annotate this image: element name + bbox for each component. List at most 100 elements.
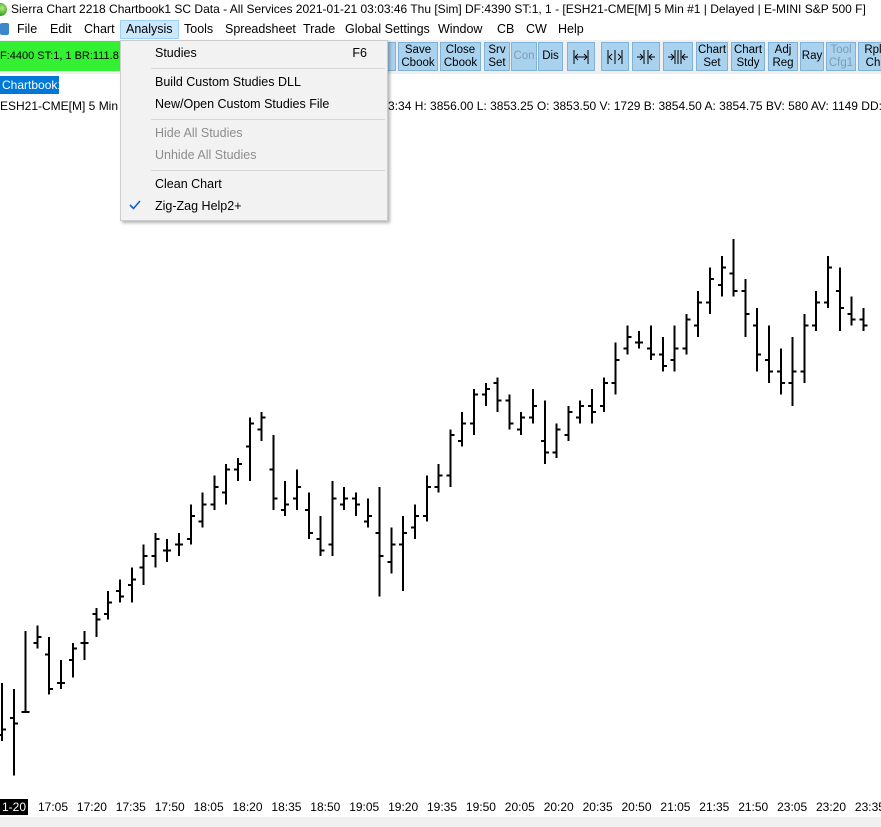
analysis-menu-dropdown: Studies F6 Build Custom Studies DLL New/… xyxy=(120,40,388,221)
ohlc-bar xyxy=(198,492,207,528)
ray-button[interactable]: Ray xyxy=(800,42,824,71)
menu-spreadsheet[interactable]: Spreadsheet xyxy=(220,20,301,39)
menu-window[interactable]: Window xyxy=(433,20,487,39)
ohlc-bar xyxy=(21,631,30,713)
ohlc-bar xyxy=(257,411,266,441)
ohlc-bar xyxy=(186,504,195,545)
ohlc-bar xyxy=(529,388,537,424)
ohlc-bar xyxy=(245,417,254,482)
ohlc-bar xyxy=(847,296,856,326)
menu-item-hide-all-studies[interactable]: Hide All Studies xyxy=(155,123,243,143)
time-tick-label: 17:05 xyxy=(38,800,69,814)
tool-config-button[interactable]: Tool Cfg1 xyxy=(826,42,856,71)
menu-analysis[interactable]: Analysis xyxy=(120,20,179,39)
server-settings-button[interactable]: Srv Set xyxy=(484,42,510,71)
ohlc-bar xyxy=(765,325,773,384)
save-chartbook-button[interactable]: Save Cbook xyxy=(398,42,438,71)
menu-cw[interactable]: CW xyxy=(521,20,552,39)
ohlc-bar xyxy=(422,475,431,522)
tab-chartbook1[interactable]: Chartbook1 xyxy=(0,76,59,94)
menu-chart[interactable]: Chart xyxy=(79,20,120,39)
ohlc-bar xyxy=(552,423,561,459)
time-tick-label: 20:20 xyxy=(543,800,574,814)
ohlc-bar xyxy=(623,325,632,355)
ohlc-bar xyxy=(835,267,844,332)
time-axis: 1-20 17:05 17:20 17:35 17:50 18:05 18:20 18:35… xyxy=(0,797,881,817)
window-title: Sierra Chart 2218 Chartbook1 SC Data - A… xyxy=(11,2,866,16)
ohlc-bar xyxy=(588,388,596,424)
time-tick-label: 19:20 xyxy=(388,800,419,814)
ohlc-bar xyxy=(458,411,467,447)
time-tick-label: 18:50 xyxy=(310,800,341,814)
chart-settings-button[interactable]: Chart Set xyxy=(696,42,728,71)
ohlc-bar xyxy=(599,377,608,412)
ohlc-bar xyxy=(116,579,124,603)
ohlc-bar xyxy=(80,631,89,661)
ohlc-bar xyxy=(375,486,384,597)
menu-file[interactable]: File xyxy=(12,20,42,39)
ohlc-bar xyxy=(104,590,113,620)
ohlc-bar xyxy=(92,608,101,637)
ohlc-bar xyxy=(328,481,337,557)
ohlc-bar xyxy=(234,458,242,482)
ohlc-bar xyxy=(635,331,644,349)
menu-separator xyxy=(151,170,385,171)
chart-values-label: 3:34 H: 3856.00 L: 3853.25 O: 3853.50 V:… xyxy=(388,99,881,113)
cursor-shrink-icon[interactable] xyxy=(632,42,660,71)
cursor-center-icon[interactable] xyxy=(601,42,629,71)
disconnect-button[interactable]: Dis xyxy=(538,42,563,71)
ohlc-bar xyxy=(658,336,667,372)
menu-item-build-custom-studies-dll[interactable]: Build Custom Studies DLL xyxy=(155,72,301,92)
ohlc-bar xyxy=(824,256,832,309)
ohlc-bar xyxy=(576,400,585,424)
ohlc-bar xyxy=(741,279,750,337)
ohlc-bar xyxy=(564,406,573,441)
ohlc-bar xyxy=(269,435,278,511)
menu-item-zig-zag-help2[interactable]: Zig-Zag Help2+ xyxy=(155,196,242,216)
cursor-split-icon[interactable] xyxy=(663,42,693,71)
menu-bar: File Edit Chart Analysis Tools Spreadshe… xyxy=(0,19,881,40)
ohlc-bar xyxy=(9,688,18,776)
ohlc-bar xyxy=(68,642,77,678)
time-tick-label: 18:20 xyxy=(232,800,263,814)
chart-studies-button[interactable]: Chart Stdy xyxy=(731,42,765,71)
menu-separator xyxy=(151,119,385,120)
adjust-region-button[interactable]: Adj Reg xyxy=(768,42,798,71)
system-menu-icon[interactable] xyxy=(0,23,9,35)
time-tick-label: 23:05 xyxy=(777,800,808,814)
time-tick-label: 17:20 xyxy=(76,800,107,814)
ohlc-bar xyxy=(706,267,714,314)
ohlc-bar xyxy=(411,504,419,539)
ohlc-bar xyxy=(776,348,785,395)
connection-status: F:4400 ST:1, 1 BR:111.8 xyxy=(0,41,122,71)
time-tick-label: 21:35 xyxy=(699,800,730,814)
menu-help[interactable]: Help xyxy=(553,20,589,39)
menu-tools[interactable]: Tools xyxy=(179,20,218,39)
time-tick-label: 18:05 xyxy=(193,800,224,814)
time-tick-label: 18:35 xyxy=(271,800,302,814)
menu-edit[interactable]: Edit xyxy=(45,20,77,39)
ohlc-bar xyxy=(540,400,549,464)
connect-button[interactable]: Con xyxy=(511,42,537,71)
ohlc-bar xyxy=(340,486,349,511)
time-tick-label: 20:35 xyxy=(582,800,613,814)
menu-item-clean-chart[interactable]: Clean Chart xyxy=(155,174,222,194)
horizontal-scrollbar[interactable] xyxy=(0,817,881,827)
time-tick-label: 20:50 xyxy=(621,800,652,814)
close-chartbook-button[interactable]: Close Cbook xyxy=(440,42,481,71)
ohlc-bar xyxy=(57,660,65,689)
menu-item-new-open-custom-studies-file[interactable]: New/Open Custom Studies File xyxy=(155,94,329,114)
time-tick-label: 17:35 xyxy=(115,800,146,814)
menu-item-studies[interactable]: Studies xyxy=(155,43,197,63)
menu-global-settings[interactable]: Global Settings xyxy=(340,20,435,39)
time-tick-label: 21:05 xyxy=(660,800,691,814)
cursor-left-right-icon[interactable] xyxy=(567,42,595,71)
ohlc-bar xyxy=(859,308,868,332)
menu-cb[interactable]: CB xyxy=(492,20,519,39)
ohlc-bar xyxy=(316,515,325,557)
ohlc-bar xyxy=(493,377,502,412)
menu-trade[interactable]: Trade xyxy=(298,20,340,39)
menu-item-unhide-all-studies[interactable]: Unhide All Studies xyxy=(155,145,256,165)
replay-chart-button[interactable]: Rpl Ch xyxy=(858,42,881,71)
ohlc-bar xyxy=(151,533,160,568)
